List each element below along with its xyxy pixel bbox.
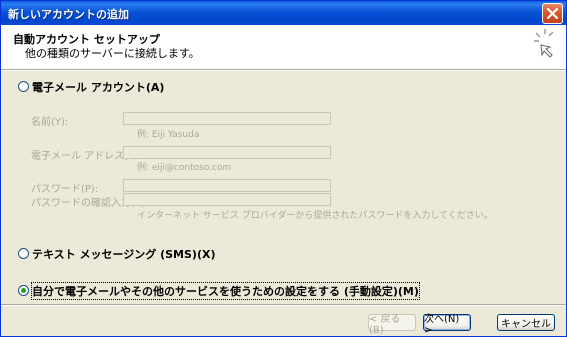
email-address-hint: 例: eiji@contoso.com <box>137 163 232 173</box>
close-button[interactable] <box>542 3 563 24</box>
header-subtitle: 他の種類のサーバーに接続します。 <box>25 47 200 60</box>
header-divider <box>1 69 566 71</box>
name-field[interactable] <box>123 112 331 125</box>
title-bar[interactable]: 新しいアカウントの追加 <box>1 1 566 25</box>
wizard-sparkle-icon <box>534 29 554 58</box>
wizard-header: 自動アカウント セットアップ 他の種類のサーバーに接続します。 <box>1 25 566 69</box>
name-hint: 例: Eiji Yasuda <box>137 130 200 140</box>
password-field[interactable] <box>123 179 331 192</box>
sms-radio[interactable] <box>18 248 29 259</box>
manual-setup-radio[interactable] <box>18 285 29 296</box>
password-confirm-field[interactable] <box>123 193 331 206</box>
window-title: 新しいアカウントの追加 <box>8 8 129 21</box>
name-label: 名前(Y): <box>31 117 69 128</box>
close-icon <box>547 8 558 19</box>
back-button[interactable]: < 戻る(B) <box>368 314 416 336</box>
manual-setup-label[interactable]: 自分で電子メールやその他のサービスを使うための設定をする (手動設定)(M) <box>31 282 420 300</box>
email-account-label[interactable]: 電子メール アカウント(A) <box>32 79 164 95</box>
sms-label[interactable]: テキスト メッセージング (SMS)(X) <box>32 246 216 262</box>
password-hint: インターネット サービス プロバイダーから提供されたパスワードを入力してください… <box>137 211 493 221</box>
footer-divider <box>1 304 566 306</box>
email-account-radio[interactable] <box>18 81 29 92</box>
email-address-field[interactable] <box>123 146 331 159</box>
add-account-dialog: 新しいアカウントの追加 自動アカウント セットアップ 他の種類のサーバーに接続し… <box>0 0 567 337</box>
cancel-button[interactable]: キャンセル <box>497 314 555 331</box>
password-label: パスワード(P): <box>31 184 99 195</box>
next-button[interactable]: 次へ(N) > <box>423 314 471 336</box>
